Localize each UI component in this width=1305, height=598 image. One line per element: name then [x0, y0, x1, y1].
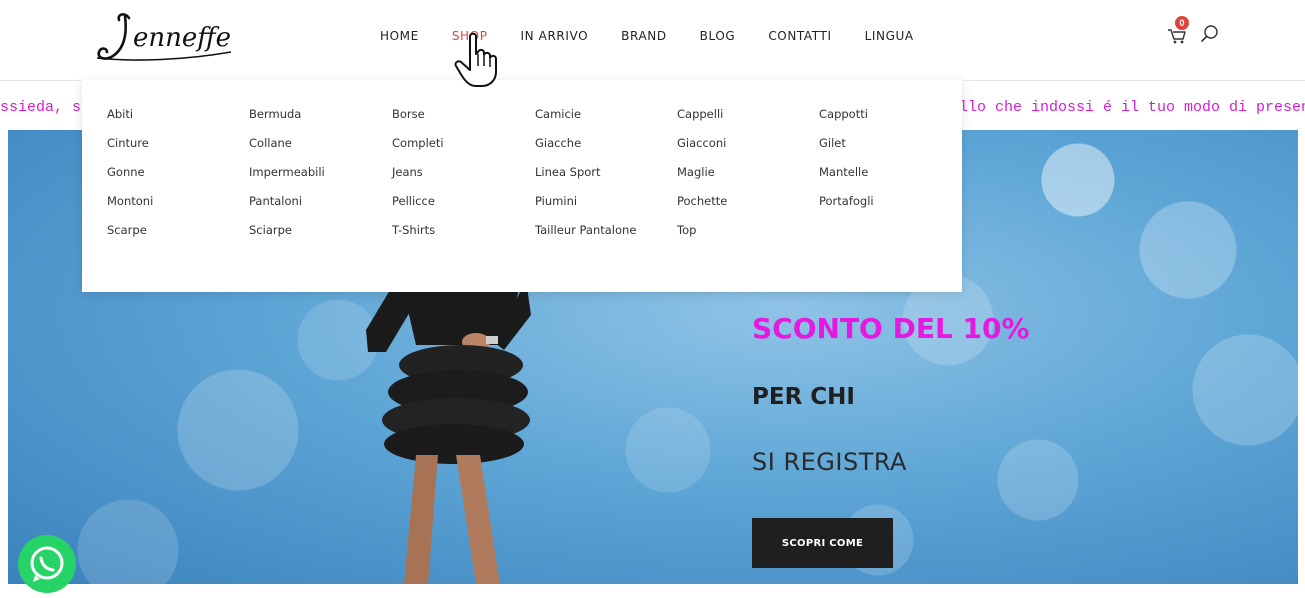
menu-item-sciarpe[interactable]: Sciarpe — [249, 220, 391, 249]
menu-item-top[interactable]: Top — [677, 220, 819, 249]
menu-item-gilet[interactable]: Gilet — [819, 133, 961, 162]
menu-item-giacconi[interactable]: Giacconi — [677, 133, 819, 162]
menu-item-montoni[interactable]: Montoni — [107, 191, 249, 220]
cart-count-badge: 0 — [1175, 16, 1189, 30]
search-icon[interactable] — [1200, 24, 1220, 44]
menu-item-mantelle[interactable]: Mantelle — [819, 162, 961, 191]
nav-blog[interactable]: BLOG — [700, 26, 736, 46]
menu-item-impermeabili[interactable]: Impermeabili — [249, 162, 391, 191]
menu-item-borse[interactable]: Borse — [392, 104, 534, 133]
menu-item-gonne[interactable]: Gonne — [107, 162, 249, 191]
nav-brand[interactable]: BRAND — [621, 26, 667, 46]
whatsapp-icon — [30, 546, 64, 582]
menu-item-giacche[interactable]: Giacche — [535, 133, 677, 162]
menu-item-portafogli[interactable]: Portafogli — [819, 191, 961, 220]
menu-item-piumini[interactable]: Piumini — [535, 191, 677, 220]
menu-item-collane[interactable]: Collane — [249, 133, 391, 162]
mega-column-3: Borse Completi Jeans Pellicce T-Shirts — [392, 104, 534, 249]
promo-si-registra: SI REGISTRA — [752, 448, 907, 476]
menu-item-pellicce[interactable]: Pellicce — [392, 191, 534, 220]
mega-column-4: Camicie Giacche Linea Sport Piumini Tail… — [535, 104, 677, 249]
menu-item-jeans[interactable]: Jeans — [392, 162, 534, 191]
promo-per-chi: PER CHI — [752, 384, 855, 410]
menu-item-bermuda[interactable]: Bermuda — [249, 104, 391, 133]
nav-in-arrivo[interactable]: IN ARRIVO — [521, 26, 589, 46]
mega-column-2: Bermuda Collane Impermeabili Pantaloni S… — [249, 104, 391, 249]
mega-column-5: Cappelli Giacconi Maglie Pochette Top — [677, 104, 819, 249]
nav-lingua[interactable]: LINGUA — [865, 26, 914, 46]
menu-item-pochette[interactable]: Pochette — [677, 191, 819, 220]
hand-cursor-icon — [454, 32, 497, 87]
nav-home[interactable]: HOME — [380, 26, 419, 46]
menu-item-cinture[interactable]: Cinture — [107, 133, 249, 162]
menu-item-tailleur-pantalone[interactable]: Tailleur Pantalone — [535, 220, 677, 249]
menu-item-camicie[interactable]: Camicie — [535, 104, 677, 133]
menu-item-linea-sport[interactable]: Linea Sport — [535, 162, 677, 191]
menu-item-maglie[interactable]: Maglie — [677, 162, 819, 191]
marquee-text-right: ello che indossi é il tuo modo di presen… — [950, 99, 1305, 116]
site-header: enneffe HOME SHOP IN ARRIVO BRAND BLOG C… — [0, 0, 1305, 81]
menu-item-completi[interactable]: Completi — [392, 133, 534, 162]
whatsapp-button[interactable] — [18, 535, 76, 593]
nav-contatti[interactable]: CONTATTI — [768, 26, 831, 46]
menu-item-pantaloni[interactable]: Pantaloni — [249, 191, 391, 220]
mega-column-6: Cappotti Gilet Mantelle Portafogli — [819, 104, 961, 220]
mega-column-1: Abiti Cinture Gonne Montoni Scarpe — [107, 104, 249, 249]
svg-text:enneffe: enneffe — [133, 23, 231, 53]
menu-item-cappotti[interactable]: Cappotti — [819, 104, 961, 133]
brand-logo[interactable]: enneffe — [95, 8, 235, 66]
shop-mega-menu: Abiti Cinture Gonne Montoni Scarpe Bermu… — [82, 80, 962, 292]
menu-item-scarpe[interactable]: Scarpe — [107, 220, 249, 249]
scopri-come-button[interactable]: SCOPRI COME — [752, 518, 893, 568]
menu-item-cappelli[interactable]: Cappelli — [677, 104, 819, 133]
menu-item-t-shirts[interactable]: T-Shirts — [392, 220, 534, 249]
promo-discount: SCONTO DEL 10% — [752, 312, 1030, 345]
menu-item-abiti[interactable]: Abiti — [107, 104, 249, 133]
